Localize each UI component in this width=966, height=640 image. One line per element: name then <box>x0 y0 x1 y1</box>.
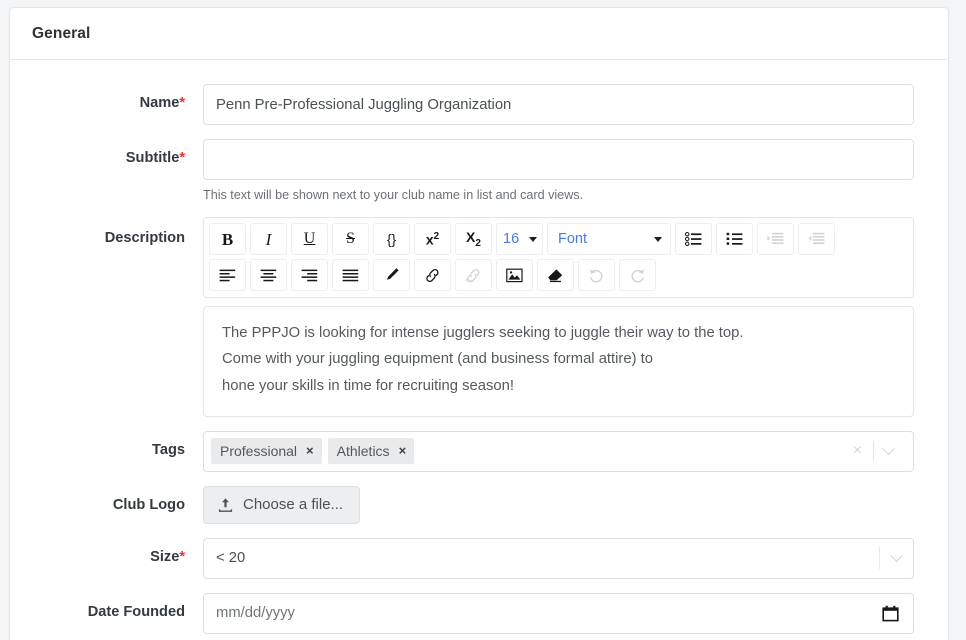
toolbar-row-2 <box>209 259 908 292</box>
chevron-down-icon <box>529 236 537 242</box>
control-size: < 20 <box>203 537 931 579</box>
field-row-subtitle: Subtitle* This text will be shown next t… <box>27 139 931 203</box>
description-line: hone your skills in time for recruiting … <box>222 377 514 394</box>
page-title: General <box>32 24 91 42</box>
name-input[interactable]: Penn Pre-Professional Juggling Organizat… <box>203 84 914 125</box>
label-subtitle-text: Subtitle <box>125 150 180 166</box>
label-name-text: Name <box>139 95 180 111</box>
strikethrough-icon[interactable]: S <box>332 223 369 256</box>
tag-chip[interactable]: Professional × <box>211 438 322 465</box>
image-icon[interactable] <box>496 259 533 292</box>
field-row-description: Description B I U S {} x2 X2 16 Font The… <box>27 217 931 417</box>
outdent-icon[interactable] <box>798 223 835 256</box>
subtitle-input[interactable] <box>203 139 914 180</box>
link-icon[interactable] <box>414 259 451 292</box>
control-description: B I U S {} x2 X2 16 Font The PPPJO is lo… <box>203 217 931 417</box>
required-asterisk: * <box>179 95 185 111</box>
field-row-date-founded: Date Founded mm/dd/yyyy <box>27 592 931 634</box>
label-tags-text: Tags <box>152 441 185 458</box>
choose-file-button[interactable]: Choose a file... <box>203 485 361 524</box>
date-placeholder: mm/dd/yyyy <box>216 605 295 622</box>
label-description-text: Description <box>104 230 185 247</box>
code-block-icon[interactable]: {} <box>373 223 410 256</box>
clear-all-tags-icon[interactable]: × <box>842 443 873 459</box>
italic-icon[interactable]: I <box>250 223 287 256</box>
tag-remove-icon[interactable]: × <box>399 443 407 460</box>
card-header: General <box>10 8 948 60</box>
size-select[interactable]: < 20 <box>203 537 914 579</box>
font-size-value: 16 <box>503 231 520 248</box>
date-founded-input[interactable]: mm/dd/yyyy <box>203 592 914 634</box>
tag-list: Professional × Athletics × <box>211 438 842 465</box>
field-row-tags: Tags Professional × Athletics × × <box>27 430 931 472</box>
text-color-pen-icon[interactable] <box>373 259 410 292</box>
description-line: The PPPJO is looking for intense juggler… <box>222 325 744 342</box>
superscript-icon[interactable]: x2 <box>414 223 451 256</box>
chevron-down-icon <box>882 441 895 455</box>
size-select-value: < 20 <box>216 550 246 567</box>
tag-chip-label: Professional <box>220 443 298 460</box>
tag-remove-icon[interactable]: × <box>306 443 314 460</box>
control-name: Penn Pre-Professional Juggling Organizat… <box>203 84 931 125</box>
label-tags: Tags <box>27 431 203 459</box>
font-family-value: Font <box>558 231 588 248</box>
field-row-size: Size* < 20 <box>27 537 931 579</box>
control-subtitle: This text will be shown next to your clu… <box>203 139 931 203</box>
tags-input[interactable]: Professional × Athletics × × <box>203 430 914 472</box>
tag-chip[interactable]: Athletics × <box>327 438 415 465</box>
control-date-founded: mm/dd/yyyy <box>203 592 931 634</box>
field-row-club-logo: Club Logo Choose a file... <box>27 485 931 524</box>
tag-chip-label: Athletics <box>336 443 390 460</box>
underline-icon[interactable]: U <box>291 223 328 256</box>
align-right-icon[interactable] <box>291 259 328 292</box>
chevron-down-icon <box>890 548 903 562</box>
name-input-value: Penn Pre-Professional Juggling Organizat… <box>216 96 512 113</box>
align-justify-icon[interactable] <box>332 259 369 292</box>
field-row-name: Name* Penn Pre-Professional Juggling Org… <box>27 84 931 125</box>
general-settings-card: General Name* Penn Pre-Professional Jugg… <box>9 7 949 640</box>
label-name: Name* <box>27 84 203 112</box>
clear-format-eraser-icon[interactable] <box>537 259 574 292</box>
control-club-logo: Choose a file... <box>203 485 931 524</box>
subscript-icon[interactable]: X2 <box>455 223 492 256</box>
toolbar-row-1: B I U S {} x2 X2 16 Font <box>209 223 908 256</box>
bulleted-list-icon[interactable] <box>675 223 712 256</box>
calendar-icon[interactable] <box>882 605 899 622</box>
label-date-founded: Date Founded <box>27 593 203 621</box>
description-line: Come with your juggling equipment (and b… <box>222 351 653 368</box>
chevron-down-icon <box>654 236 662 242</box>
required-asterisk: * <box>179 150 185 166</box>
align-left-icon[interactable] <box>209 259 246 292</box>
upload-icon <box>218 497 233 513</box>
rich-text-toolbar: B I U S {} x2 X2 16 Font <box>203 217 914 299</box>
tags-dropdown-toggle[interactable] <box>874 441 903 456</box>
settings-page: General Name* Penn Pre-Professional Jugg… <box>0 0 966 640</box>
tags-actions: × <box>842 441 909 462</box>
align-center-icon[interactable] <box>250 259 287 292</box>
font-family-select[interactable]: Font <box>547 223 671 256</box>
control-tags: Professional × Athletics × × <box>203 430 931 472</box>
undo-icon[interactable] <box>578 259 615 292</box>
label-club-logo: Club Logo <box>27 486 203 514</box>
redo-icon[interactable] <box>619 259 656 292</box>
indent-icon[interactable] <box>757 223 794 256</box>
required-asterisk: * <box>179 548 185 565</box>
label-description: Description <box>27 217 203 247</box>
label-subtitle: Subtitle* <box>27 139 203 167</box>
card-body: Name* Penn Pre-Professional Juggling Org… <box>10 60 948 640</box>
unlink-icon[interactable] <box>455 259 492 292</box>
numbered-list-icon[interactable] <box>716 223 753 256</box>
bold-icon[interactable]: B <box>209 223 246 256</box>
label-size-text: Size <box>150 548 180 565</box>
label-date-founded-text: Date Founded <box>87 603 185 620</box>
choose-file-label: Choose a file... <box>243 496 344 514</box>
label-club-logo-text: Club Logo <box>112 496 185 513</box>
font-size-select[interactable]: 16 <box>496 223 543 256</box>
label-size: Size* <box>27 538 203 566</box>
subtitle-help-text: This text will be shown next to your clu… <box>203 188 584 202</box>
size-dropdown-toggle[interactable] <box>880 548 913 563</box>
description-editor-body[interactable]: The PPPJO is looking for intense juggler… <box>203 306 914 417</box>
